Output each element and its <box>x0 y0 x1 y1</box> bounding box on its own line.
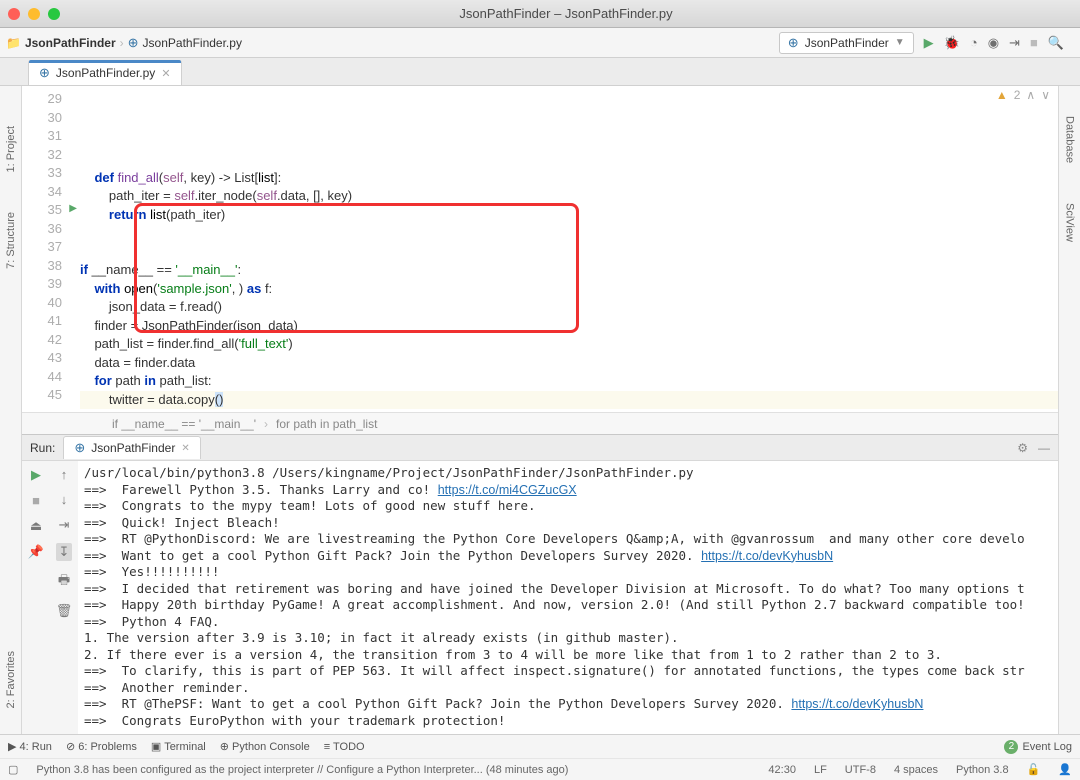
editor-tab[interactable]: ⊕ JsonPathFinder.py ✕ <box>28 60 182 85</box>
attach-button[interactable]: ⇥ <box>1009 35 1020 51</box>
coverage-button[interactable]: ◔ <box>970 35 978 50</box>
python-icon: ⊕ <box>74 440 85 456</box>
warning-icon: ▲ <box>996 88 1008 102</box>
python-console-tool-tab[interactable]: ⊕ Python Console <box>220 740 310 753</box>
run-config-label: JsonPathFinder <box>805 36 889 50</box>
minimize-window[interactable] <box>28 8 40 20</box>
run-configuration-selector[interactable]: ⊕ JsonPathFinder ▼ <box>779 32 914 54</box>
left-toolwindow-bar: 1: Project 7: Structure 2: Favorites <box>0 86 22 734</box>
run-button[interactable]: ▶ <box>924 35 934 51</box>
console-output[interactable]: /usr/local/bin/python3.8 /Users/kingname… <box>78 461 1058 734</box>
favorites-tool[interactable]: 2: Favorites <box>5 651 17 708</box>
editor-tabs: ⊕ JsonPathFinder.py ✕ <box>0 58 1080 86</box>
maximize-window[interactable] <box>48 8 60 20</box>
run-tab[interactable]: ⊕ JsonPathFinder ✕ <box>63 436 200 459</box>
close-tab-icon[interactable]: ✕ <box>161 67 170 80</box>
python-file-icon: ⊕ <box>128 35 139 51</box>
lock-icon[interactable]: 🔓 <box>1027 763 1041 776</box>
database-tool[interactable]: Database <box>1064 116 1076 163</box>
window-controls <box>8 8 60 20</box>
editor-breadcrumbs[interactable]: if __name__ == '__main__' › for path in … <box>22 412 1058 434</box>
indent-settings[interactable]: 4 spaces <box>894 764 938 776</box>
close-window[interactable] <box>8 8 20 20</box>
run-tool-tab[interactable]: ▶ 4: Run <box>8 740 52 753</box>
code-editor[interactable]: 293031323334▶3536373839404142434445 ▲ 2 … <box>22 86 1058 412</box>
soft-wrap-icon[interactable]: ⇥ <box>59 517 70 533</box>
structure-tool[interactable]: 7: Structure <box>5 212 17 269</box>
breadcrumb[interactable]: 📁 JsonPathFinder › ⊕ JsonPathFinder.py <box>6 35 242 51</box>
code-area[interactable]: ▲ 2 ∧ ∨ def find_all(self, key) -> List[… <box>80 86 1058 412</box>
debug-button[interactable]: 🐞 <box>944 35 960 51</box>
python-icon: ⊕ <box>788 35 799 51</box>
status-bar: ▢ Python 3.8 has been configured as the … <box>0 758 1080 780</box>
breadcrumb-item[interactable]: for path in path_list <box>276 417 377 431</box>
event-count-badge: 2 <box>1004 740 1018 754</box>
project-tool[interactable]: 1: Project <box>5 126 17 172</box>
warning-count: 2 <box>1014 88 1021 102</box>
clear-icon[interactable]: 🗑 <box>56 603 73 619</box>
rerun-button[interactable]: ▶ <box>31 467 41 483</box>
scroll-to-end-icon[interactable]: ↧ <box>56 543 73 561</box>
python-interpreter[interactable]: Python 3.8 <box>956 764 1009 776</box>
exit-button[interactable]: ⏏ <box>30 518 42 534</box>
run-label: Run: <box>30 441 55 455</box>
file-encoding[interactable]: UTF-8 <box>845 764 876 776</box>
tab-label: JsonPathFinder.py <box>56 66 155 80</box>
event-log-button[interactable]: 2 Event Log <box>1004 740 1072 754</box>
navigation-toolbar: 📁 JsonPathFinder › ⊕ JsonPathFinder.py ⊕… <box>0 28 1080 58</box>
caret-position[interactable]: 42:30 <box>768 764 796 776</box>
breadcrumb-file[interactable]: JsonPathFinder.py <box>143 36 242 50</box>
profile-button[interactable]: ◉ <box>988 35 999 51</box>
minimize-panel-icon[interactable]: — <box>1038 441 1050 455</box>
prev-highlight-icon[interactable]: ∧ <box>1026 88 1035 102</box>
run-tool-window: Run: ⊕ JsonPathFinder ✕ ⚙ — ▶ ■ ⏏ <box>22 434 1058 734</box>
close-icon[interactable]: ✕ <box>181 443 189 454</box>
window-title: JsonPathFinder – JsonPathFinder.py <box>60 6 1072 21</box>
run-controls: ▶ ■ ⏏ 📌 ↑ ↓ ⇥ ↧ 🖶 🗑 <box>22 461 78 734</box>
chevron-right-icon: › <box>264 417 268 431</box>
print-icon[interactable]: 🖶 <box>58 571 70 593</box>
gutter: 293031323334▶3536373839404142434445 <box>22 86 80 412</box>
up-stack-icon[interactable]: ↑ <box>61 467 68 482</box>
inspection-widget[interactable]: ▲ 2 ∧ ∨ <box>996 88 1050 102</box>
right-toolwindow-bar: Database SciView <box>1058 86 1080 734</box>
settings-icon[interactable]: ⚙ <box>1017 441 1028 455</box>
ide-notifications-icon[interactable]: 👤 <box>1058 763 1072 776</box>
toolbar-actions: ▶ 🐞 ◔ ◉ ⇥ ■ 🔍 <box>924 35 1064 51</box>
breadcrumb-project[interactable]: JsonPathFinder <box>25 36 116 50</box>
python-file-icon: ⊕ <box>39 65 50 81</box>
line-separator[interactable]: LF <box>814 764 827 776</box>
toolwindow-quick-access-icon[interactable]: ▢ <box>8 763 18 776</box>
down-stack-icon[interactable]: ↓ <box>61 492 68 507</box>
todo-tool-tab[interactable]: ≡ TODO <box>324 741 365 753</box>
sciview-tool[interactable]: SciView <box>1064 203 1076 242</box>
pin-button[interactable]: 📌 <box>28 544 44 560</box>
chevron-right-icon: › <box>120 36 124 50</box>
event-log-label: Event Log <box>1022 741 1072 753</box>
run-tab-label: JsonPathFinder <box>91 441 175 455</box>
stop-button[interactable]: ■ <box>1030 35 1038 50</box>
terminal-tool-tab[interactable]: ▣ Terminal <box>151 740 206 753</box>
folder-icon: 📁 <box>6 36 21 50</box>
status-message[interactable]: Python 3.8 has been configured as the pr… <box>36 764 568 776</box>
search-everywhere-button[interactable]: 🔍 <box>1048 35 1064 51</box>
run-header: Run: ⊕ JsonPathFinder ✕ ⚙ — <box>22 435 1058 461</box>
stop-button[interactable]: ■ <box>32 493 40 508</box>
next-highlight-icon[interactable]: ∨ <box>1041 88 1050 102</box>
breadcrumb-item[interactable]: if __name__ == '__main__' <box>112 417 256 431</box>
chevron-down-icon: ▼ <box>895 37 905 48</box>
toolwindow-bar-bottom: ▶ 4: Run ⊘ 6: Problems ▣ Terminal ⊕ Pyth… <box>0 734 1080 758</box>
problems-tool-tab[interactable]: ⊘ 6: Problems <box>66 740 137 753</box>
titlebar: JsonPathFinder – JsonPathFinder.py <box>0 0 1080 28</box>
